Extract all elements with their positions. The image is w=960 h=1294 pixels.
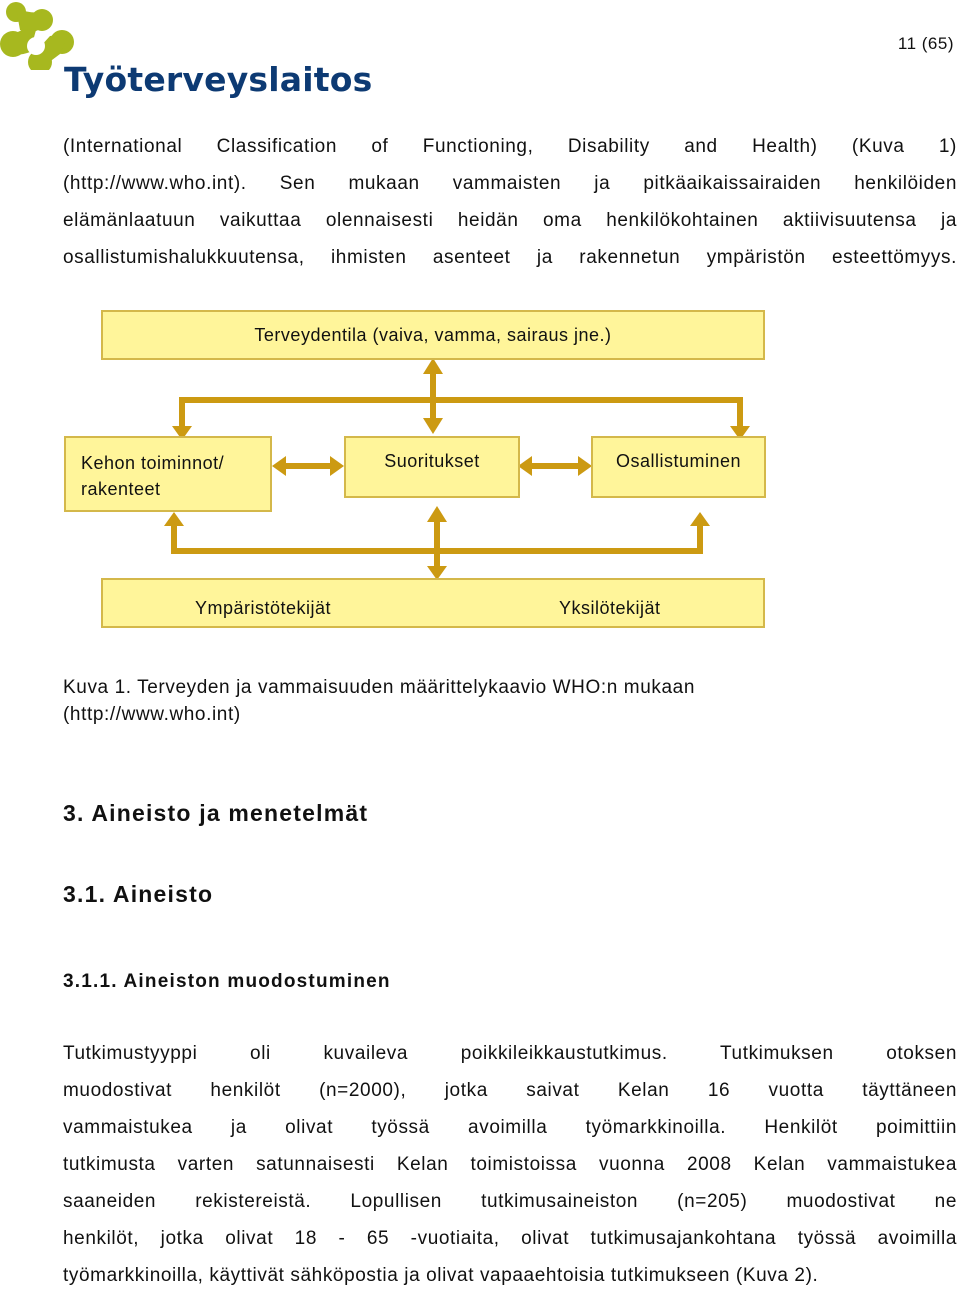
paragraph-line: henkilöt, jotka olivat 18 - 65 -vuotiait…	[63, 1228, 957, 1249]
arrow-right-icon	[330, 456, 344, 476]
box-label: rakenteet	[81, 479, 161, 499]
caption-line: Kuva 1. Terveyden ja vammaisuuden määrit…	[63, 677, 696, 698]
box-activities: Suoritukset	[344, 436, 520, 498]
box-participation: Osallistuminen	[591, 436, 766, 498]
heading-section-3: 3. Aineisto ja menetelmät	[63, 800, 369, 826]
heading-section-3-1-1: 3.1.1. Aineiston muodostuminen	[63, 971, 391, 992]
paragraph-line: työmarkkinoilla, käyttivät sähköpostia j…	[63, 1265, 819, 1286]
page-number: 11 (65)	[897, 34, 954, 53]
intro-paragraph: (International Classification of Functio…	[63, 128, 957, 276]
body-paragraph: Tutkimustyyppi oli kuvaileva poikkileikk…	[63, 1035, 957, 1294]
arrow-up-icon	[164, 512, 184, 526]
caption-line: (http://www.who.int)	[63, 704, 241, 725]
arrow-up-icon	[427, 506, 447, 522]
box-label-personal: Yksilötekijät	[559, 598, 661, 618]
heading-section-3-1: 3.1. Aineisto	[63, 881, 214, 907]
arrow-up-icon	[423, 358, 443, 374]
institute-logo: Työterveyslaitos	[0, 0, 372, 110]
arrow-left-icon	[272, 456, 286, 476]
arrow-left-icon	[518, 456, 532, 476]
paragraph-line: (http://www.who.int). Sen mukaan vammais…	[63, 173, 957, 194]
paragraph-line: saaneiden rekistereistä. Lopullisen tutk…	[63, 1191, 957, 1212]
icf-diagram: Terveydentila (vaiva, vamma, sairaus jne…	[0, 300, 960, 640]
paragraph-line: muodostivat henkilöt (n=2000), jotka sai…	[63, 1080, 957, 1101]
box-label-environmental: Ympäristötekijät	[195, 598, 332, 618]
connector-top	[179, 397, 743, 430]
figure-caption: Kuva 1. Terveyden ja vammaisuuden määrit…	[63, 674, 695, 728]
box-body-functions: Kehon toiminnot/ rakenteet	[64, 436, 272, 512]
box-contextual-factors: Ympäristötekijät Yksilötekijät	[101, 578, 765, 628]
logo-wordmark: Työterveyslaitos	[64, 60, 373, 99]
paragraph-line: vammaistukea ja olivat työssä avoimilla …	[63, 1117, 957, 1138]
paragraph-line: Tutkimustyyppi oli kuvaileva poikkileikk…	[63, 1043, 957, 1064]
paragraph-line: (International Classification of Functio…	[63, 136, 957, 157]
box-label: Kehon toiminnot/	[81, 453, 225, 473]
box-health-condition: Terveydentila (vaiva, vamma, sairaus jne…	[101, 310, 765, 360]
paragraph-line: elämänlaatuun vaikuttaa olennaisesti hei…	[63, 210, 957, 231]
arrow-down-icon	[423, 418, 443, 434]
box-label: Suoritukset	[384, 451, 480, 471]
box-label: Terveydentila (vaiva, vamma, sairaus jne…	[254, 325, 612, 345]
arrow-up-icon	[690, 512, 710, 526]
box-label: Osallistuminen	[615, 451, 742, 471]
paragraph-line: tutkimusta varten satunnaisesti Kelan to…	[63, 1154, 957, 1175]
paragraph-line: osallistumishalukkuutensa, ihmisten asen…	[63, 247, 957, 268]
arrow-right-icon	[578, 456, 592, 476]
